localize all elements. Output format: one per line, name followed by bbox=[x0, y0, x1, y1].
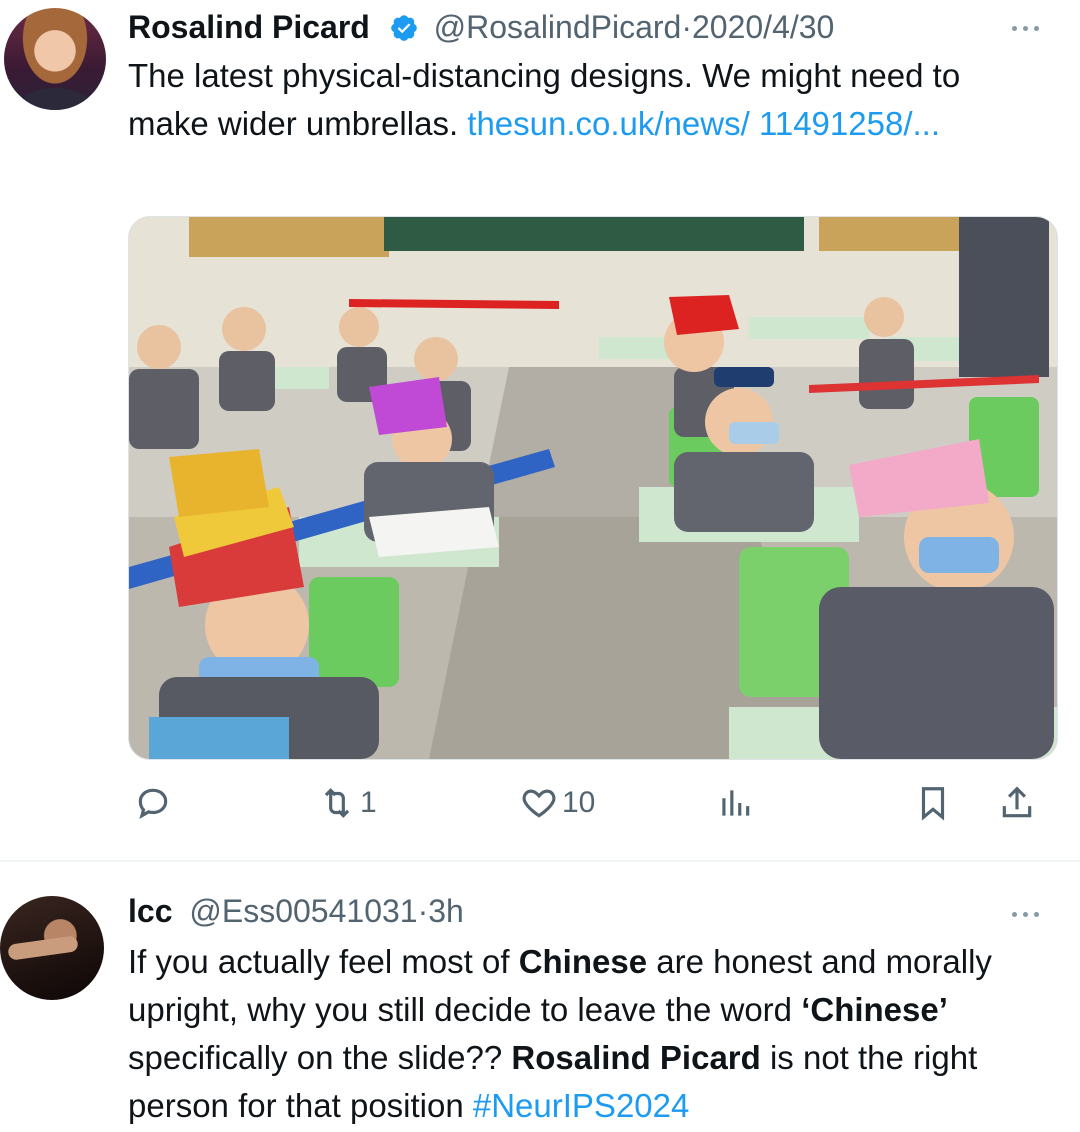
tweet-header: Rosalind Picard @RosalindPicard·2020/4/3… bbox=[128, 8, 1060, 46]
tweet-photo-classroom[interactable] bbox=[128, 216, 1058, 760]
like-count: 10 bbox=[562, 786, 596, 819]
tweet-actions: 1 10 bbox=[128, 778, 1058, 828]
reply-more-dots-icon[interactable] bbox=[1012, 904, 1052, 917]
share-button[interactable] bbox=[998, 778, 1036, 828]
bookmark-icon bbox=[921, 787, 945, 821]
reply-author-avatar[interactable] bbox=[0, 896, 104, 1000]
reply-author-handle[interactable]: @Ess00541031 bbox=[189, 893, 417, 929]
reply-text-bold: Chinese bbox=[518, 943, 648, 980]
reply-time[interactable]: 3h bbox=[428, 893, 464, 929]
reply-text-part: If you actually feel most of bbox=[128, 943, 519, 980]
reply-button[interactable] bbox=[134, 778, 176, 828]
reply-author-name[interactable]: lcc bbox=[128, 893, 172, 929]
share-icon bbox=[1002, 786, 1032, 818]
reply-text-bold: Rosalind Picard bbox=[511, 1039, 761, 1076]
reply-header: lcc @Ess00541031·3h bbox=[128, 892, 1060, 930]
tweet-link[interactable]: thesun.co.uk/news/ 11491258/... bbox=[467, 105, 940, 142]
separator-dot: · bbox=[681, 9, 692, 45]
author-name[interactable]: Rosalind Picard bbox=[128, 9, 370, 45]
retweet-count: 1 bbox=[360, 786, 377, 819]
views-button[interactable] bbox=[716, 778, 754, 828]
reply-text: If you actually feel most of Chinese are… bbox=[128, 938, 1030, 1130]
reply-text-bold: ‘Chinese’ bbox=[801, 991, 948, 1028]
bookmark-button[interactable] bbox=[914, 778, 952, 828]
divider bbox=[0, 860, 1080, 862]
retweet-icon bbox=[324, 788, 350, 818]
hashtag-link[interactable]: #NeurIPS2024 bbox=[473, 1087, 689, 1124]
reply-text-part: specifically on the slide?? bbox=[128, 1039, 512, 1076]
heart-icon bbox=[522, 789, 556, 818]
views-bar-icon bbox=[722, 790, 750, 816]
author-avatar[interactable] bbox=[4, 8, 106, 110]
author-handle[interactable]: @RosalindPicard bbox=[434, 9, 682, 45]
original-tweet[interactable]: Rosalind Picard @RosalindPicard·2020/4/3… bbox=[0, 0, 1080, 858]
tweet-date[interactable]: 2020/4/30 bbox=[692, 9, 834, 45]
verified-badge-icon bbox=[390, 14, 417, 41]
tweet-text: The latest physical-distancing designs. … bbox=[128, 52, 1030, 148]
like-button[interactable]: 10 bbox=[520, 778, 595, 828]
reply-icon bbox=[138, 788, 168, 819]
retweet-button[interactable]: 1 bbox=[318, 778, 377, 828]
reply-separator-dot: · bbox=[417, 893, 429, 929]
more-dots-icon[interactable] bbox=[1012, 18, 1052, 31]
